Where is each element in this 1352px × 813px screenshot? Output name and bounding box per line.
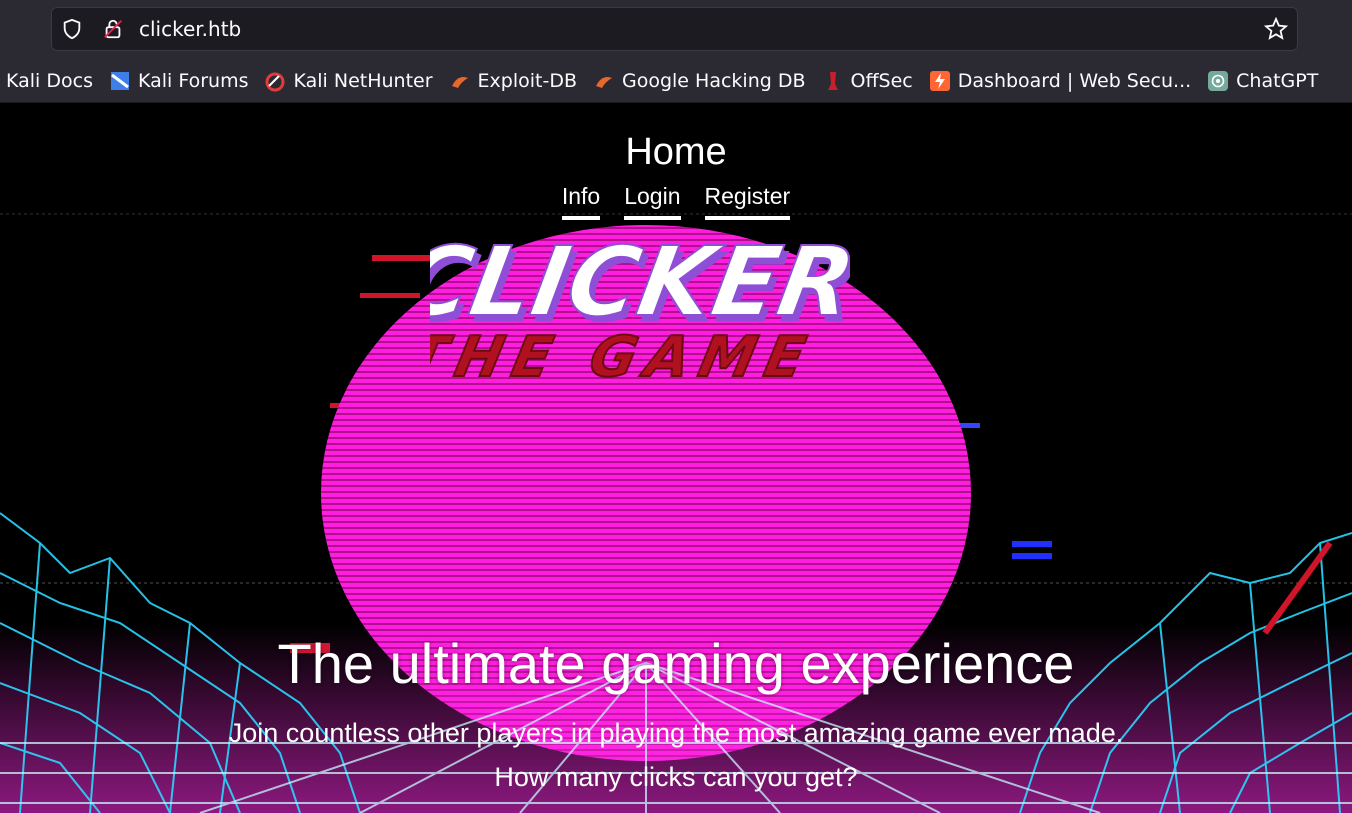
bookmark-google-hacking-db[interactable]: Google Hacking DB <box>593 70 806 92</box>
offsec-icon <box>827 72 838 90</box>
bookmark-label: Exploit-DB <box>477 70 577 92</box>
nav-home-title[interactable]: Home <box>0 131 1352 174</box>
webpage-viewport: Home Info Login Register THE GAME CLICKE… <box>0 103 1352 813</box>
bookmark-kali-forums[interactable]: Kali Forums <box>109 70 249 92</box>
bookmark-label: OffSec <box>850 70 913 92</box>
browser-toolbar: clicker.htb <box>0 0 1352 60</box>
bookmarks-toolbar: Kali Docs Kali Forums Kali NetHunter Exp… <box>0 60 1352 103</box>
nav-info-link[interactable]: Info <box>561 183 601 220</box>
insecure-lock-icon[interactable] <box>102 18 124 40</box>
bookmark-star-icon[interactable] <box>1264 17 1288 41</box>
ghdb-icon <box>596 77 612 88</box>
bookmark-chatgpt[interactable]: ChatGPT <box>1207 70 1318 92</box>
url-text[interactable]: clicker.htb <box>139 17 241 41</box>
bookmark-label: Google Hacking DB <box>622 70 806 92</box>
nav-login-link[interactable]: Login <box>624 183 681 220</box>
kali-nethunter-icon <box>265 72 285 92</box>
bookmark-kali-nethunter[interactable]: Kali NetHunter <box>264 70 433 92</box>
chatgpt-icon <box>1208 71 1229 91</box>
shield-icon[interactable] <box>61 18 83 40</box>
hero-subheadline: Join countless other players in playing … <box>228 718 1124 792</box>
kali-forums-icon <box>110 72 129 90</box>
bookmark-label: Kali Docs <box>6 70 93 92</box>
bookmark-offsec[interactable]: OffSec <box>822 70 913 92</box>
logo-text: CLICKER <box>430 226 850 338</box>
exploit-db-icon <box>451 77 468 88</box>
bookmark-label: Dashboard | Web Secu... <box>957 70 1192 92</box>
hero-headline: The ultimate gaming experience <box>277 632 1075 695</box>
clicker-logo: THE GAME CLICKER CLICKER <box>430 225 850 391</box>
address-bar[interactable]: clicker.htb <box>51 7 1298 51</box>
bookmark-label: Kali Forums <box>137 70 249 92</box>
portswigger-icon <box>929 71 950 91</box>
site-nav: Info Login Register <box>0 183 1352 220</box>
bookmark-exploit-db[interactable]: Exploit-DB <box>449 70 577 92</box>
bookmark-label: Kali NetHunter <box>293 70 433 92</box>
bookmark-dashboard-web-security[interactable]: Dashboard | Web Secu... <box>929 70 1191 92</box>
bookmark-label: ChatGPT <box>1236 70 1319 92</box>
bookmark-kali-docs[interactable]: Kali Docs <box>6 70 93 92</box>
nav-register-link[interactable]: Register <box>704 183 791 220</box>
